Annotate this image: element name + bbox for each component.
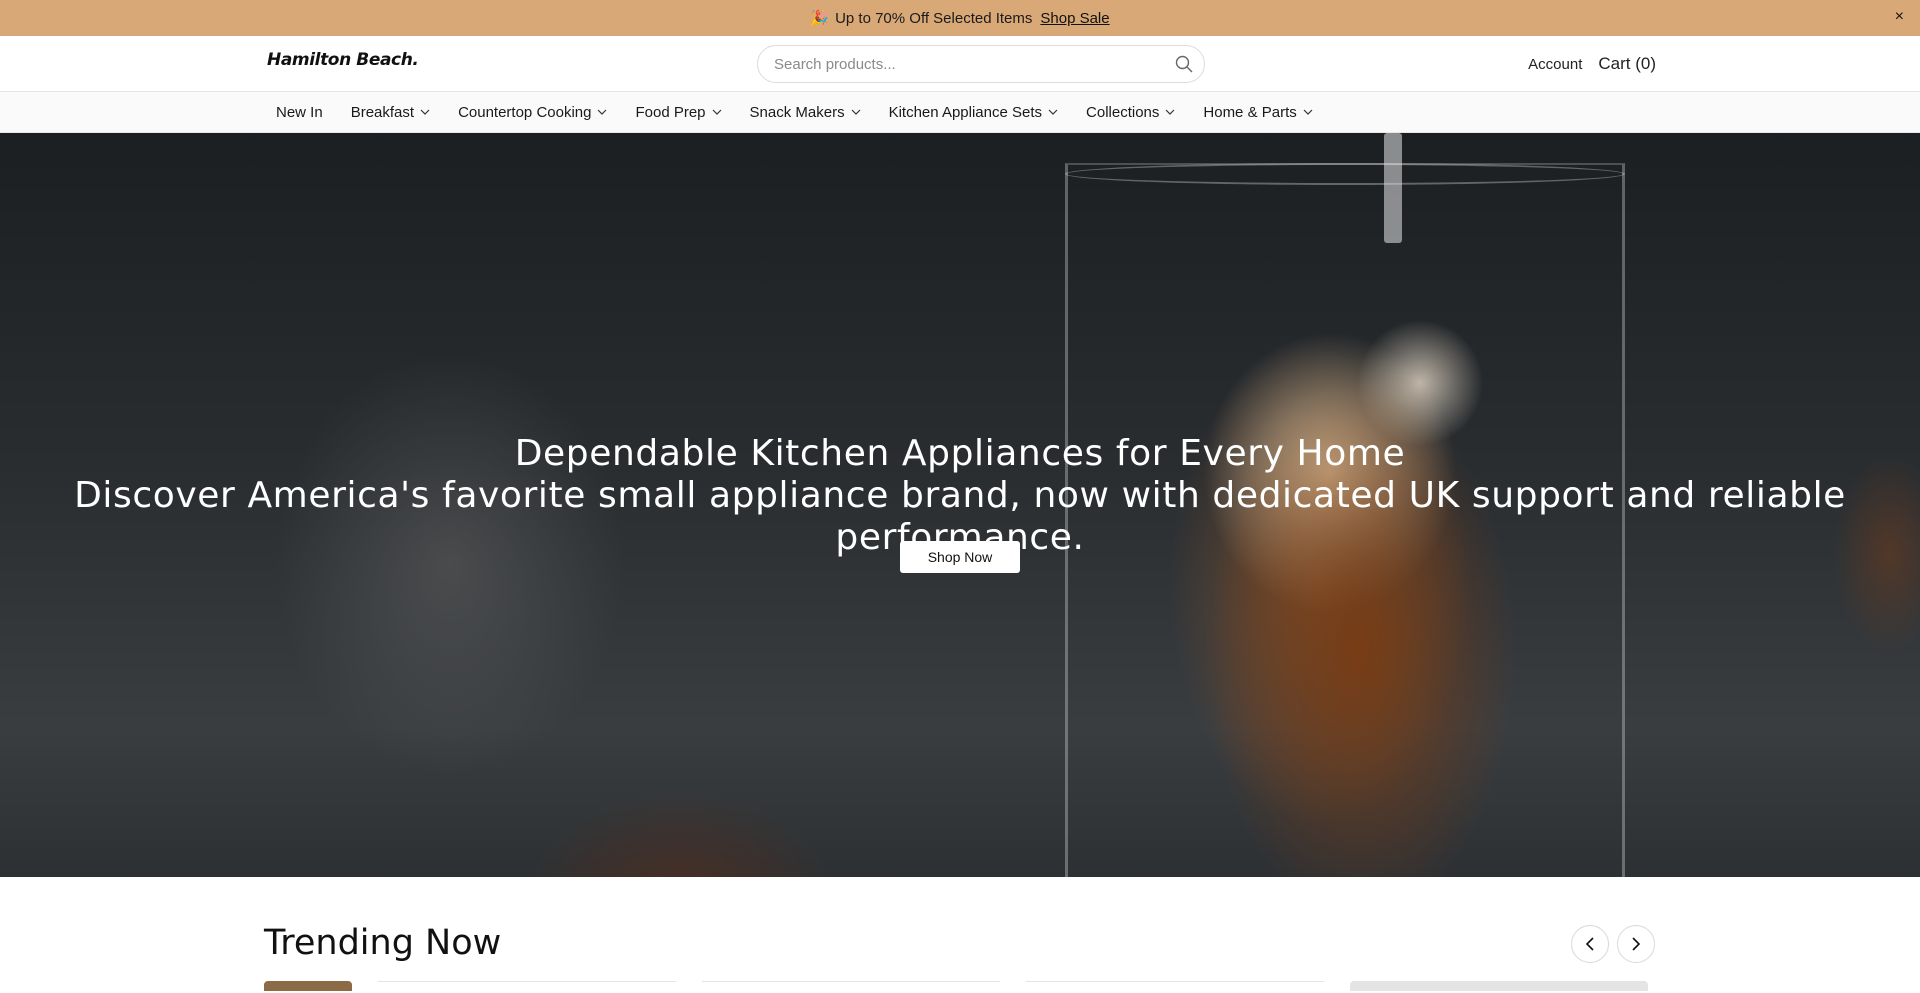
chevron-down-icon	[597, 109, 607, 115]
chevron-down-icon	[1048, 109, 1058, 115]
chevron-left-icon	[1585, 937, 1594, 951]
chevron-down-icon	[851, 109, 861, 115]
chevron-down-icon	[1165, 109, 1175, 115]
nav-item-home-parts[interactable]: Home & Parts	[1203, 103, 1313, 121]
nav-item-label: Home & Parts	[1203, 103, 1297, 121]
nav-item-countertop-cooking[interactable]: Countertop Cooking	[458, 104, 607, 121]
product-card[interactable]	[1350, 981, 1648, 991]
product-card[interactable]	[264, 981, 352, 991]
nav-item-label: Kitchen Appliance Sets	[888, 103, 1043, 121]
chevron-down-icon	[712, 109, 722, 115]
close-icon[interactable]: ×	[1895, 8, 1904, 26]
header-actions: Account Cart (0)	[1528, 36, 1656, 92]
nav-item-collections[interactable]: Collections	[1086, 104, 1175, 121]
nav-item-label: Food Prep	[635, 103, 706, 121]
hero-title: Dependable Kitchen Appliances for Every …	[514, 433, 1406, 474]
search-bar	[757, 45, 1205, 83]
nav-item-food-prep[interactable]: Food Prep	[635, 104, 721, 121]
nav-item-label: Collections	[1086, 103, 1160, 121]
section-title: Trending Now	[264, 923, 502, 963]
carousel-next-button[interactable]	[1617, 925, 1655, 963]
chevron-down-icon	[1303, 109, 1313, 115]
account-link[interactable]: Account	[1528, 56, 1582, 73]
site-header: Hamilton Beach. Account Cart (0)	[0, 36, 1920, 92]
search-input[interactable]	[758, 46, 1164, 82]
main-nav: New In Breakfast Countertop Cooking Food…	[0, 92, 1920, 133]
party-icon: 🎉	[810, 10, 830, 27]
nav-item-label: Snack Makers	[749, 103, 845, 121]
product-card[interactable]	[1026, 981, 1324, 991]
brand-logo[interactable]: Hamilton Beach.	[267, 50, 419, 70]
announcement-bar: 🎉 Up to 70% Off Selected Items Shop Sale…	[0, 0, 1920, 36]
nav-item-breakfast[interactable]: Breakfast	[351, 104, 430, 121]
chevron-right-icon	[1632, 937, 1641, 951]
chevron-down-icon	[420, 109, 430, 115]
search-icon[interactable]	[1164, 55, 1204, 73]
trending-section: Trending Now	[0, 877, 1920, 991]
cart-link[interactable]: Cart (0)	[1598, 54, 1656, 74]
straw	[1384, 133, 1402, 243]
nav-item-snack-makers[interactable]: Snack Makers	[750, 104, 861, 121]
shop-now-button[interactable]: Shop Now	[900, 541, 1020, 573]
nav-item-kitchen-appliance-sets[interactable]: Kitchen Appliance Sets	[889, 104, 1058, 121]
nav-item-label: Breakfast	[350, 103, 415, 121]
hero-banner: Dependable Kitchen Appliances for Every …	[0, 133, 1920, 877]
product-card[interactable]	[378, 981, 676, 991]
announcement-text: Up to 70% Off Selected Items	[835, 9, 1033, 27]
carousel-prev-button[interactable]	[1571, 925, 1609, 963]
nav-item-new-in[interactable]: New In	[276, 104, 323, 121]
glass-rim	[1065, 163, 1625, 185]
product-card[interactable]	[702, 981, 1000, 991]
shop-sale-link[interactable]: Shop Sale	[1040, 10, 1109, 27]
nav-item-label: New In	[276, 103, 323, 121]
nav-item-label: Countertop Cooking	[458, 103, 592, 121]
